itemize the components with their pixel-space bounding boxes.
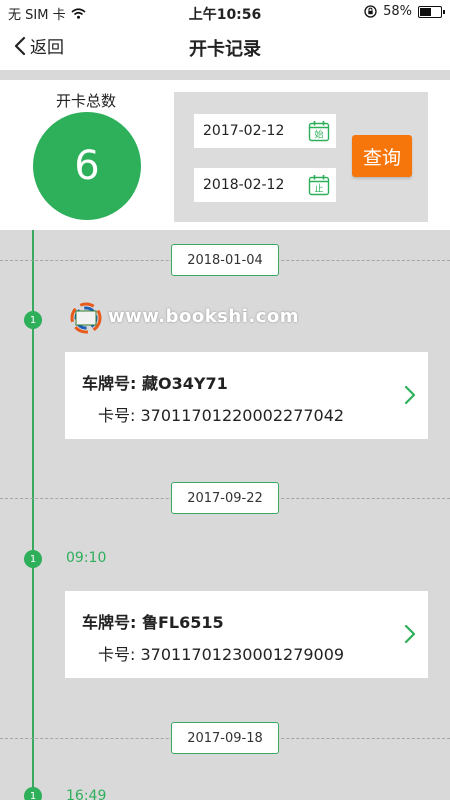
date-tag: 2017-09-22 [171, 482, 279, 514]
plate-number: 藏O34Y71 [141, 374, 228, 393]
start-date-value: 2017-02-12 [203, 123, 285, 139]
nav-bar: 返回 开卡记录 [0, 24, 450, 70]
calendar-end-icon[interactable]: 止 [308, 174, 330, 196]
battery-icon [418, 5, 445, 18]
watermark-logo-icon [70, 302, 102, 334]
chevron-right-icon [404, 624, 416, 644]
start-date-field[interactable]: 2017-02-12 始 [194, 114, 336, 148]
page-title: 开卡记录 [189, 39, 261, 60]
plate-row: 车牌号: 藏O34Y71 [82, 370, 228, 394]
record-time: 16:49 [66, 788, 107, 800]
record-card[interactable]: 车牌号: 藏O34Y71 卡号: 37011701220002277042 [65, 352, 428, 439]
date-tag: 2018-01-04 [171, 244, 279, 276]
record-card[interactable]: 车牌号: 鲁FL6515 卡号: 37011701230001279009 [65, 591, 428, 678]
status-right: 58% [364, 4, 445, 19]
plate-label: 车牌号: [82, 613, 137, 632]
end-date-field[interactable]: 2018-02-12 止 [194, 168, 336, 202]
calendar-start-icon[interactable]: 始 [308, 120, 330, 142]
record-time: 09:10 [66, 550, 107, 566]
svg-text:止: 止 [314, 183, 323, 195]
end-date-value: 2018-02-12 [203, 177, 285, 193]
total-label: 开卡总数 [55, 92, 116, 110]
total-count-badge: 6 [33, 112, 141, 220]
date-tag: 2017-09-18 [171, 722, 279, 754]
watermark-text: www.bookshi.com [108, 306, 299, 327]
plate-row: 车牌号: 鲁FL6515 [82, 609, 224, 633]
card-number: 37011701220002277042 [140, 406, 345, 425]
date-query-panel: 2017-02-12 始 2018-02-12 止 查询 [174, 92, 428, 222]
plate-label: 车牌号: [82, 374, 137, 393]
timeline-node: 1 [24, 311, 42, 329]
card-row: 卡号: 37011701220002277042 [98, 402, 344, 426]
query-button[interactable]: 查询 [352, 135, 412, 177]
timeline-list[interactable]: 2018-01-04 1 www.bookshi.com 车牌号: 藏O34Y7… [0, 230, 450, 800]
card-label: 卡号: [98, 645, 136, 664]
timeline-node: 1 [24, 550, 42, 568]
card-label: 卡号: [98, 406, 136, 425]
svg-text:始: 始 [314, 129, 323, 141]
card-number: 37011701230001279009 [140, 645, 345, 664]
card-row: 卡号: 37011701230001279009 [98, 641, 344, 665]
summary-panel: 开卡总数 6 2017-02-12 始 2018-02-12 止 查询 [0, 80, 450, 230]
status-bar: 无 SIM 卡 上午10:56 58% [0, 0, 450, 24]
chevron-right-icon [404, 385, 416, 405]
orientation-lock-icon [364, 5, 377, 18]
plate-number: 鲁FL6515 [141, 613, 224, 632]
timeline-node: 1 [24, 787, 42, 800]
battery-percent: 58% [383, 4, 412, 19]
